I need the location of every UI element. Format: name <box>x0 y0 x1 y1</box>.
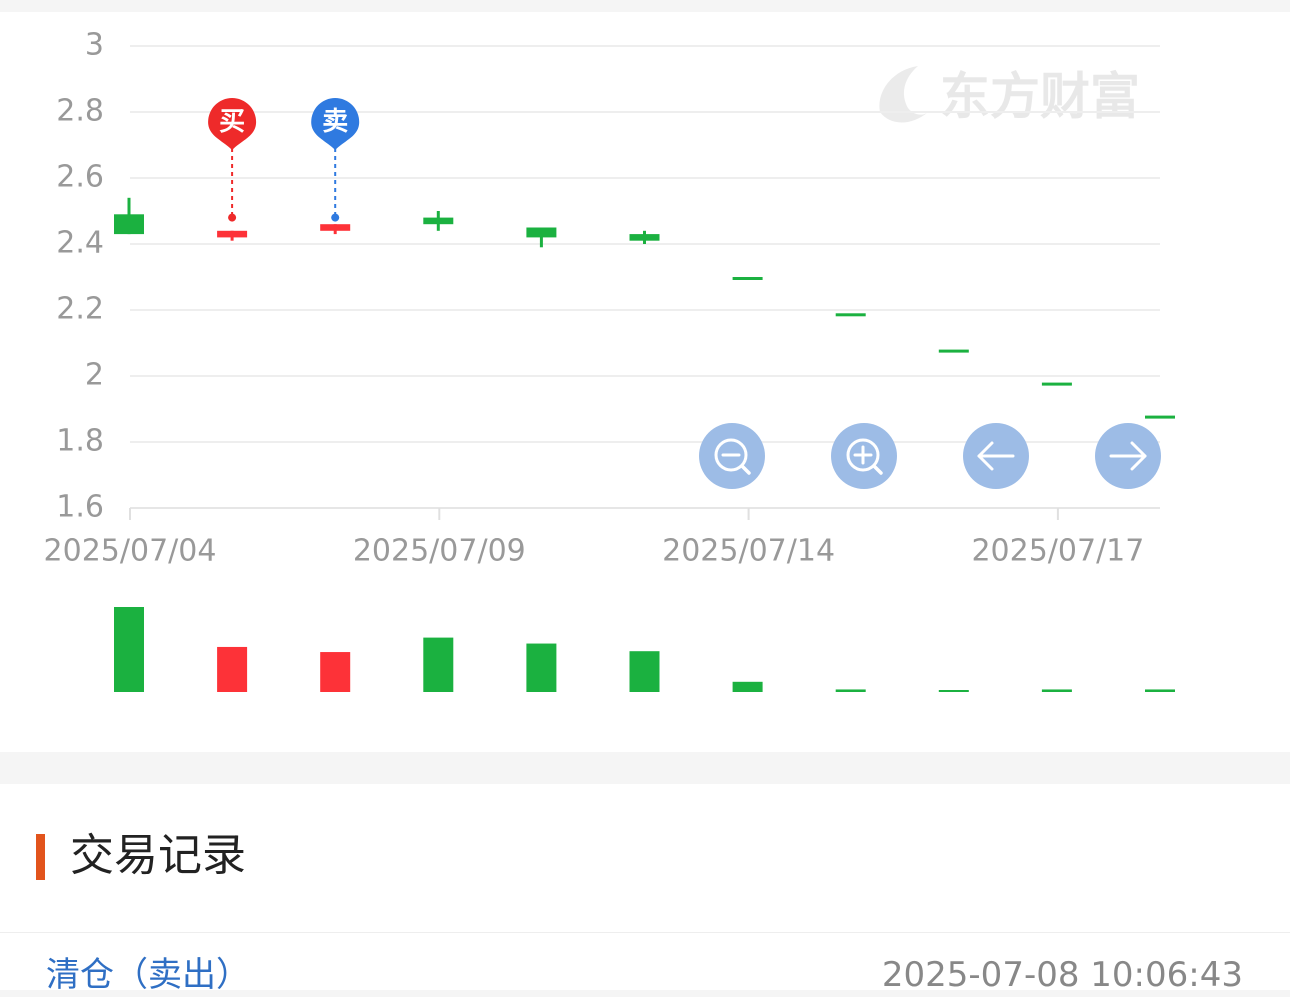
candle <box>114 197 144 235</box>
zoom-in-icon <box>846 438 883 475</box>
y-tick-label: 1.8 <box>56 424 104 459</box>
candle <box>423 211 454 231</box>
scroll-left-button[interactable] <box>963 423 1029 489</box>
candle-body <box>217 230 248 238</box>
candle-body <box>938 349 969 353</box>
y-tick-label: 2.4 <box>56 226 104 261</box>
x-tick-label: 2025/07/14 <box>662 534 835 569</box>
trade-action[interactable]: 清仓（卖出） <box>46 953 250 997</box>
candle-body <box>114 214 144 235</box>
volume-bar <box>1145 689 1175 692</box>
volume-bar <box>835 689 866 692</box>
scroll-right-button[interactable] <box>1095 423 1161 489</box>
kline-chart[interactable]: 东方财富 3 2.8 2.6 2.4 2.2 2 1.8 1.6 2025/07/04 2025/0… <box>0 12 1290 752</box>
x-tick-label: 2025/07/17 <box>971 534 1144 569</box>
arrow-left-icon <box>977 441 1015 471</box>
buy-marker: 买 <box>208 98 257 222</box>
candle <box>320 224 351 235</box>
marker-label: 买 <box>219 107 245 137</box>
candle-body <box>835 313 866 317</box>
y-tick-label: 2.6 <box>56 160 104 195</box>
marker-dot <box>331 213 340 222</box>
candle <box>629 230 660 244</box>
zoom-out-button[interactable] <box>699 423 765 489</box>
candle-body <box>1041 382 1072 386</box>
x-tick-label: 2025/07/09 <box>353 534 526 569</box>
volume-bar <box>320 652 351 692</box>
watermark-logo: 东方财富 <box>879 66 1140 126</box>
candle <box>1041 382 1072 386</box>
candle-body <box>1145 415 1175 419</box>
volume-bar <box>1041 689 1072 692</box>
candle <box>1145 415 1175 419</box>
trade-time: 2025-07-08 10:06:43 <box>881 955 1243 995</box>
arrow-right-icon <box>1109 441 1147 471</box>
section-title: 交易记录 <box>70 830 246 881</box>
watermark-logo-icon <box>879 66 928 123</box>
candle-body <box>320 224 351 231</box>
zoom-out-icon <box>714 438 751 475</box>
candle-body <box>629 234 660 241</box>
sell-marker: 卖 <box>311 98 360 222</box>
candle <box>938 349 969 353</box>
volume-bar <box>217 646 248 692</box>
marker-dot <box>228 213 237 222</box>
y-tick-label: 2 <box>85 358 104 393</box>
candle-body <box>526 227 557 238</box>
volume-bar <box>114 607 144 692</box>
candle-body <box>423 217 454 225</box>
kline-chart-card: 东方财富 3 2.8 2.6 2.4 2.2 2 1.8 1.6 2025/07/04 2025/0… <box>0 12 1290 752</box>
watermark-text: 东方财富 <box>940 68 1140 126</box>
y-tick-label: 2.8 <box>56 94 104 129</box>
trade-records-section: 交易记录 清仓（卖出） 2025-07-08 10:06:43 <box>0 784 1290 995</box>
marker-label: 卖 <box>322 107 348 137</box>
zoom-in-button[interactable] <box>831 423 897 489</box>
y-tick-label: 3 <box>85 28 104 63</box>
candle <box>217 230 248 241</box>
volume-bar <box>938 690 969 692</box>
volume-bar <box>732 681 763 692</box>
x-tick-label: 2025/07/04 <box>44 534 217 569</box>
candle-body <box>732 277 763 280</box>
section-header: 交易记录 <box>0 784 1290 933</box>
section-accent-bar <box>36 834 45 880</box>
volume-bar <box>526 643 557 692</box>
volume-bar <box>629 651 660 692</box>
candle <box>835 313 866 317</box>
y-tick-label: 1.6 <box>56 490 104 525</box>
trade-record-row[interactable]: 清仓（卖出） 2025-07-08 10:06:43 <box>0 933 1290 995</box>
y-tick-label: 2.2 <box>56 292 104 327</box>
candle <box>732 277 763 280</box>
volume-bar <box>423 637 454 692</box>
